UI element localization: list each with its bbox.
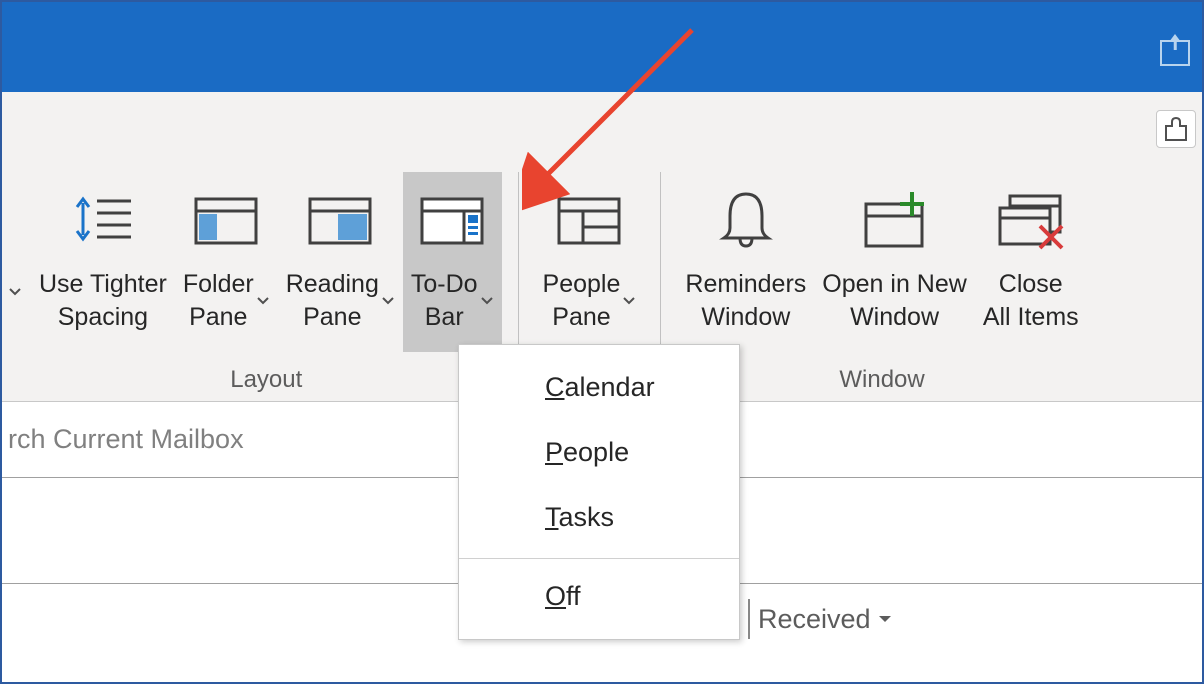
layout-group: Use Tighter Spacing Folder Pane [27,172,506,394]
people-group: People Pane [531,172,649,366]
close-all-items-button[interactable]: Close All Items [975,172,1087,352]
separator [660,172,661,362]
button-label: Use Tighter Spacing [39,268,167,333]
search-placeholder: rch Current Mailbox [8,424,244,455]
addins-button[interactable] [1156,110,1196,148]
reading-pane-icon [304,178,376,264]
group-label-window: Window [839,366,924,394]
chevron-down-icon [480,296,494,306]
chevron-down-icon [622,296,636,306]
bell-icon [716,178,776,264]
chevron-down-icon [381,296,395,306]
chevron-down-icon [877,613,893,625]
reminders-window-button[interactable]: Reminders Window [677,172,814,352]
sort-label-text: Received [758,604,871,635]
people-pane-icon [553,178,625,264]
title-bar [2,2,1202,92]
partial-dropdown-button[interactable] [2,172,27,412]
sort-by-received[interactable]: Received [748,599,893,639]
todo-bar-button[interactable]: To-Do Bar [403,172,502,352]
menu-calendar[interactable]: Calendar [459,355,739,420]
group-label-layout: Layout [230,366,302,394]
button-label: Folder Pane [183,268,254,333]
button-label: People Pane [543,268,621,333]
people-pane-button[interactable]: People Pane [535,172,645,352]
menu-tasks[interactable]: Tasks [459,485,739,550]
button-label: Open in New Window [822,268,967,333]
menu-people[interactable]: People [459,420,739,485]
tighter-spacing-icon [69,178,137,264]
chevron-down-icon [256,296,270,306]
close-all-icon [992,178,1070,264]
button-label: Reading Pane [286,268,379,333]
menu-off[interactable]: Off [459,558,739,629]
use-tighter-spacing-button[interactable]: Use Tighter Spacing [31,172,175,352]
folder-pane-button[interactable]: Folder Pane [175,172,278,352]
todo-bar-dropdown: Calendar People Tasks Off [458,344,740,640]
button-label: Close All Items [983,268,1079,333]
reading-pane-button[interactable]: Reading Pane [278,172,403,352]
folder-pane-icon [190,178,262,264]
separator [518,172,519,362]
button-label: To-Do Bar [411,268,478,333]
todo-bar-icon [416,178,488,264]
collapse-ribbon-icon[interactable] [1160,40,1190,66]
open-new-window-button[interactable]: Open in New Window [814,172,975,352]
button-label: Reminders Window [685,268,806,333]
new-window-icon [856,178,934,264]
